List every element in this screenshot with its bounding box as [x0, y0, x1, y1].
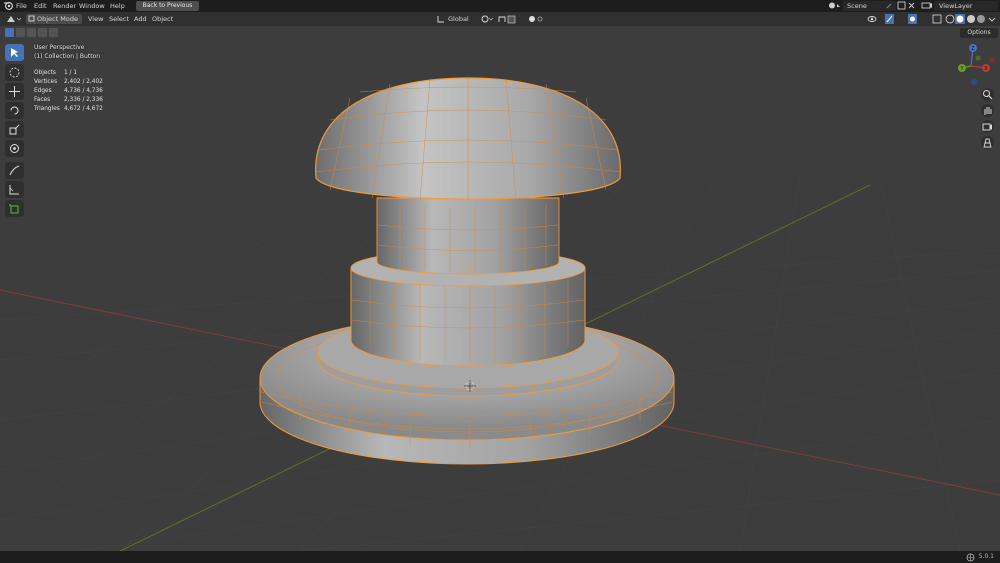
blender-logo-icon[interactable] [4, 1, 14, 10]
transform-orientation-selector[interactable]: Global [448, 15, 469, 24]
snap-icon[interactable] [497, 14, 519, 24]
stat-value: 4,672 / 4,672 [64, 106, 103, 112]
move-tool[interactable] [5, 83, 24, 100]
back-to-previous-button[interactable]: Back to Previous [136, 1, 199, 11]
transform-icon [10, 144, 19, 153]
shading-options-icon[interactable] [988, 14, 996, 23]
tool-shelf [5, 44, 25, 219]
camera-view-button[interactable] [981, 120, 994, 133]
add-cube-icon [9, 204, 19, 214]
new-scene-icon[interactable] [897, 1, 906, 10]
measure-tool[interactable] [5, 181, 24, 198]
rotate-icon [10, 106, 19, 115]
version-label: 5.0.1 [978, 553, 994, 560]
gizmo-toggle-icon[interactable] [885, 14, 901, 24]
stat-label: Edges [34, 88, 52, 94]
pin-icon[interactable] [885, 2, 893, 11]
grid-ortho-icon [983, 138, 992, 148]
zoom-icon [983, 90, 993, 100]
camera-icon [982, 123, 992, 131]
scale-icon [9, 124, 20, 135]
view-menu[interactable]: View [88, 15, 103, 24]
annotate-icon [9, 165, 20, 176]
delete-scene-icon[interactable] [907, 1, 916, 10]
pan-hand-icon [984, 107, 992, 115]
overlays-toggle-icon[interactable] [908, 14, 926, 24]
status-bar: 5.0.1 [0, 551, 1000, 563]
select-box-tool[interactable] [5, 44, 24, 61]
gizmo-x-label: X [984, 66, 988, 72]
stat-label: Triangles [34, 106, 60, 112]
network-icon [966, 553, 975, 562]
object-origin [468, 266, 472, 270]
viewport-3d[interactable]: Z Y X [0, 26, 1000, 551]
stat-label: Objects [34, 70, 56, 76]
shading-solid-icon[interactable] [955, 14, 965, 24]
ortho-toggle-button[interactable] [981, 136, 994, 149]
viewport-info: User Perspective (1) Collection | Button [34, 44, 100, 61]
mode-selector-label: Object Mode [37, 15, 78, 23]
pivot-icon[interactable] [480, 14, 494, 23]
scene-icon[interactable] [828, 1, 842, 10]
stat-label: Vertices [34, 79, 58, 85]
menu-window[interactable]: Window [79, 2, 105, 11]
view-layer-icon[interactable] [921, 1, 933, 10]
object-mode-icon [28, 14, 36, 23]
gizmo-z-label: Z [971, 46, 975, 52]
stat-value: 4,736 / 4,736 [64, 88, 103, 94]
select-box-icon [11, 48, 18, 57]
active-collection-label: (1) Collection | Button [34, 52, 101, 60]
proportional-edit-icon[interactable] [527, 14, 543, 23]
scene-name: Scene [847, 2, 867, 10]
object-type-visibility-icon[interactable] [866, 14, 884, 23]
select-subtract-icon[interactable] [27, 28, 36, 37]
transform-tool[interactable] [5, 140, 24, 157]
transform-orientation-icon[interactable] [436, 14, 446, 23]
stat-label: Faces [34, 97, 51, 103]
view-layer-name: ViewLayer [939, 2, 973, 10]
shading-wireframe-icon[interactable] [945, 14, 955, 24]
xray-toggle-icon[interactable] [932, 14, 942, 24]
select-invert-icon[interactable] [38, 28, 47, 37]
select-extend-icon[interactable] [16, 28, 25, 37]
select-new-icon[interactable] [5, 28, 14, 37]
annotate-tool[interactable] [5, 162, 24, 179]
view-perspective-label: User Perspective [34, 44, 85, 51]
measure-icon [9, 185, 19, 195]
move-icon [9, 86, 20, 97]
add-cube-tool[interactable] [5, 200, 24, 217]
menu-edit[interactable]: Edit [34, 2, 47, 11]
zoom-button[interactable] [981, 88, 994, 101]
stat-value: 1 / 1 [64, 70, 78, 76]
editor-type-icon[interactable] [5, 14, 22, 23]
top-menu-bar: File Edit Render Window Help Back to Pre… [0, 0, 1000, 12]
select-intersect-icon[interactable] [49, 28, 58, 37]
object-menu[interactable]: Object [152, 15, 173, 24]
select-menu[interactable]: Select [109, 15, 129, 24]
shading-material-icon[interactable] [966, 14, 976, 23]
pan-button[interactable] [981, 104, 994, 117]
rotate-tool[interactable] [5, 102, 24, 119]
shading-rendered-icon[interactable] [976, 14, 986, 23]
menu-render[interactable]: Render [53, 2, 76, 11]
scale-tool[interactable] [5, 121, 24, 138]
menu-help[interactable]: Help [110, 2, 125, 11]
options-dropdown[interactable]: Options [960, 28, 998, 38]
cursor-icon [9, 67, 20, 78]
menu-file[interactable]: File [16, 2, 27, 11]
stat-value: 2,336 / 2,336 [64, 97, 103, 103]
stat-value: 2,402 / 2,402 [64, 79, 103, 85]
cursor-tool[interactable] [5, 64, 24, 81]
add-menu[interactable]: Add [134, 15, 147, 24]
